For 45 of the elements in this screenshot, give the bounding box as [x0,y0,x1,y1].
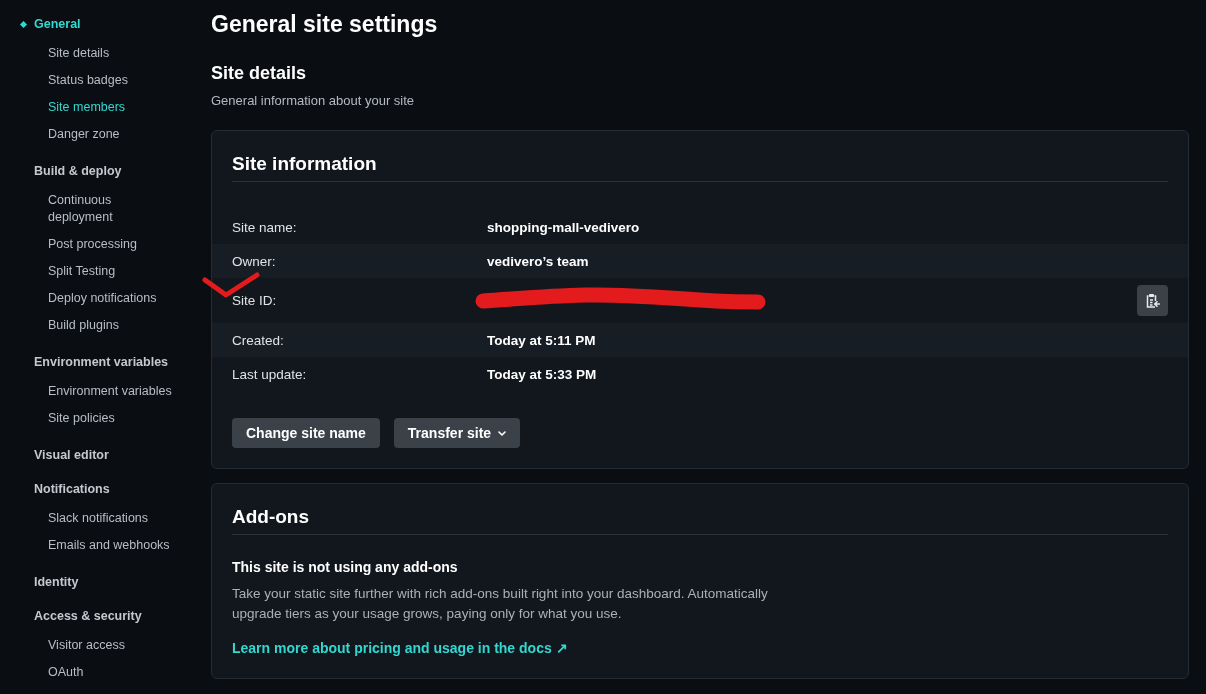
sidebar-group-link[interactable]: Environment variables [34,352,169,373]
clipboard-icon [1145,293,1160,308]
page-title: General site settings [211,10,438,39]
sidebar-item[interactable]: Site members [48,94,126,121]
sidebar-group-link[interactable]: Identity [34,572,79,593]
sidebar-group-link[interactable]: Notifications [34,479,110,500]
field-label: Created: [232,332,285,348]
card-title: Add-ons [232,505,1168,535]
caret-icon [498,430,507,436]
addon-heading: This site is not using any add-ons [232,558,458,577]
field-label: Site name: [232,219,298,235]
sidebar-item[interactable]: Status badges [48,67,128,94]
diamond-icon [20,21,27,28]
field-value: Today at 5:11 PM [487,332,596,348]
sidebar-group-link[interactable]: General [34,14,81,35]
sidebar-item[interactable]: Site policies [48,405,115,432]
sidebar-item[interactable]: Site details [48,40,110,67]
field-label: Site ID: [232,293,278,308]
sidebar-item[interactable]: Slack notifications [48,505,149,532]
section-subtitle: General information about your site [211,92,415,110]
sidebar-item[interactable]: Emails and webhooks [48,532,170,559]
sidebar-item[interactable]: Visitor access [48,632,125,659]
sidebar-item[interactable]: Deploy notifications [48,285,157,312]
copy-button[interactable] [1137,285,1168,316]
sidebar-group-link[interactable]: Build & deploy [34,161,122,182]
card-title: Site information [232,152,1168,182]
sidebar-group-link[interactable]: Access & security [34,606,142,627]
action-button[interactable]: Change site name [232,418,380,448]
sidebar-item[interactable]: Environment variables [48,378,172,405]
docs-link[interactable]: Learn more about pricing and usage in the docs ↗ [232,638,568,658]
field-value: shopping-mall-vedivero [487,219,640,235]
transfer-dropdown-button[interactable]: Transfer site [393,418,521,448]
sidebar-item[interactable]: Continuous deployment [48,187,176,231]
sidebar-item[interactable]: Split Testing [48,258,116,285]
addon-description: Take your static site further with rich add-ons built right into your dashboard. Automatically upgrade tiers as your usage grows, paying only for what you use. [232,585,769,623]
field-value: Today at 5:33 PM [487,366,597,382]
field-value: vedivero’s team [487,253,589,269]
sidebar-item[interactable]: Build plugins [48,312,119,339]
sidebar-group-link[interactable]: Visual editor [34,445,109,466]
field-label: Last update: [232,366,308,382]
sidebar-item[interactable]: OAuth [48,659,84,686]
section-title: Site details [211,62,307,85]
sidebar-item[interactable]: Danger zone [48,121,120,148]
sidebar-item[interactable]: Post processing [48,231,137,258]
field-label: Owner: [232,253,277,269]
